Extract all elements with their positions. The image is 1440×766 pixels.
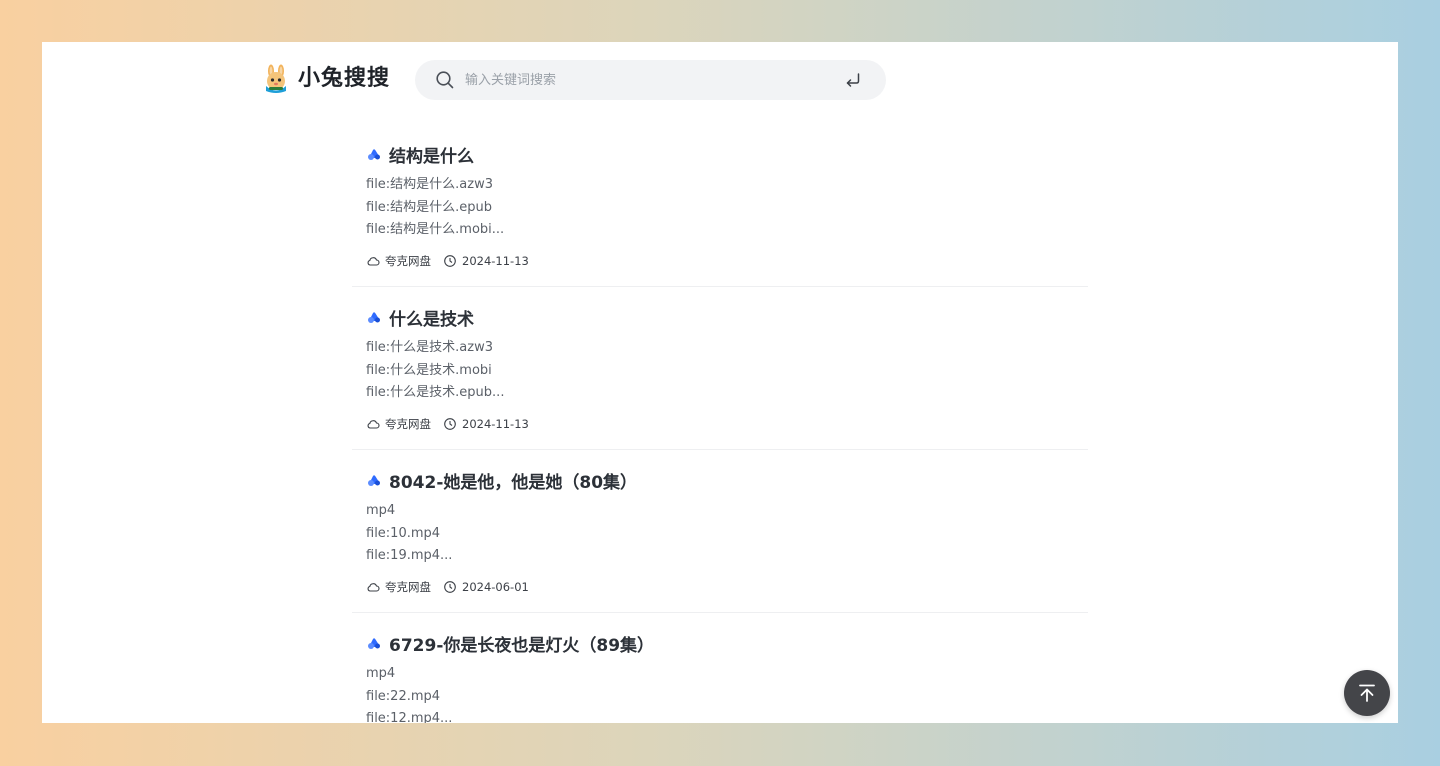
result-date-label: 2024-06-01 (462, 580, 529, 594)
result-item[interactable]: 8042-她是他，他是她（80集） mp4 file:10.mp4 file:1… (352, 450, 1088, 613)
result-files: file:什么是技术.azw3 file:什么是技术.mobi file:什么是… (366, 337, 504, 405)
result-file: file:什么是技术.epub... (366, 385, 505, 401)
clock-icon (444, 255, 456, 267)
result-meta: 夸克网盘 2024-11-13 (366, 416, 541, 432)
result-date: 2024-11-13 (443, 417, 529, 431)
clock-icon (444, 418, 456, 430)
result-file: file:什么是技术.azw3 (366, 340, 494, 355)
result-file: file:什么是技术.mobi (366, 362, 492, 378)
result-title-row[interactable]: 8042-她是他，他是她（80集） (366, 468, 637, 493)
quark-cloud-icon (368, 149, 380, 160)
rabbit-logo-icon[interactable] (261, 64, 291, 94)
result-source-label: 夸克网盘 (385, 254, 431, 268)
cloud-icon (367, 257, 380, 266)
result-file: file:结构是什么.azw3 (366, 177, 494, 192)
result-file: file:22.mp4 (366, 688, 441, 704)
result-source-label: 夸克网盘 (385, 580, 431, 594)
result-file: file:结构是什么.epub (366, 199, 493, 215)
result-item[interactable]: 结构是什么 file:结构是什么.azw3 file:结构是什么.epub fi… (352, 124, 1088, 287)
result-meta: 夸克网盘 2024-11-13 (366, 253, 541, 269)
result-title-row[interactable]: 6729-你是长夜也是灯火（89集） (366, 631, 654, 656)
result-source: 夸克网盘 (366, 253, 431, 269)
browser-viewport: 结构是什么 file:结构是什么.azw3 file:结构是什么.epub fi… (42, 42, 1398, 723)
arrow-to-top-icon (1359, 684, 1375, 702)
result-file: mp4 (366, 503, 396, 518)
search-bar[interactable] (415, 60, 886, 100)
result-date: 2024-06-01 (443, 580, 529, 594)
result-files: mp4 file:10.mp4 file:19.mp4... (366, 500, 452, 568)
result-title[interactable]: 6729-你是长夜也是灯火（89集） (389, 631, 654, 656)
result-file: file:结构是什么.mobi... (366, 222, 505, 238)
result-title[interactable]: 什么是技术 (389, 305, 474, 330)
result-source-label: 夸克网盘 (385, 417, 431, 431)
quark-cloud-icon (368, 312, 380, 323)
result-item[interactable]: 6729-你是长夜也是灯火（89集） mp4 file:22.mp4 file:… (352, 613, 1088, 724)
result-file: mp4 (366, 666, 396, 681)
clock-icon (444, 581, 456, 593)
back-to-top-button[interactable] (1344, 670, 1390, 716)
result-title[interactable]: 结构是什么 (389, 142, 474, 167)
site-header: 小兔搜搜 (42, 42, 1398, 122)
search-icon (436, 71, 454, 89)
cloud-icon (367, 420, 380, 429)
enter-icon[interactable] (844, 71, 862, 89)
result-files: file:结构是什么.azw3 file:结构是什么.epub file:结构是… (366, 174, 504, 242)
result-title-row[interactable]: 什么是技术 (366, 305, 474, 330)
result-title[interactable]: 8042-她是他，他是她（80集） (389, 468, 637, 493)
result-date: 2024-11-13 (443, 254, 529, 268)
result-source: 夸克网盘 (366, 579, 431, 595)
result-date-label: 2024-11-13 (462, 254, 529, 268)
cloud-icon (367, 583, 380, 592)
quark-cloud-icon (368, 638, 380, 649)
result-meta: 夸克网盘 2024-06-01 (366, 579, 541, 595)
result-source: 夸克网盘 (366, 416, 431, 432)
result-file: file:19.mp4... (366, 548, 453, 564)
result-file: file:12.mp4... (366, 711, 453, 723)
search-input[interactable] (465, 60, 835, 100)
result-item[interactable]: 什么是技术 file:什么是技术.azw3 file:什么是技术.mobi fi… (352, 287, 1088, 450)
result-list: 结构是什么 file:结构是什么.azw3 file:结构是什么.epub fi… (352, 124, 1088, 723)
result-file: file:10.mp4 (366, 525, 441, 541)
result-title-row[interactable]: 结构是什么 (366, 142, 474, 167)
brand-name[interactable]: 小兔搜搜 (298, 64, 390, 94)
quark-cloud-icon (368, 475, 380, 486)
result-files: mp4 file:22.mp4 file:12.mp4... (366, 663, 452, 723)
result-date-label: 2024-11-13 (462, 417, 529, 431)
